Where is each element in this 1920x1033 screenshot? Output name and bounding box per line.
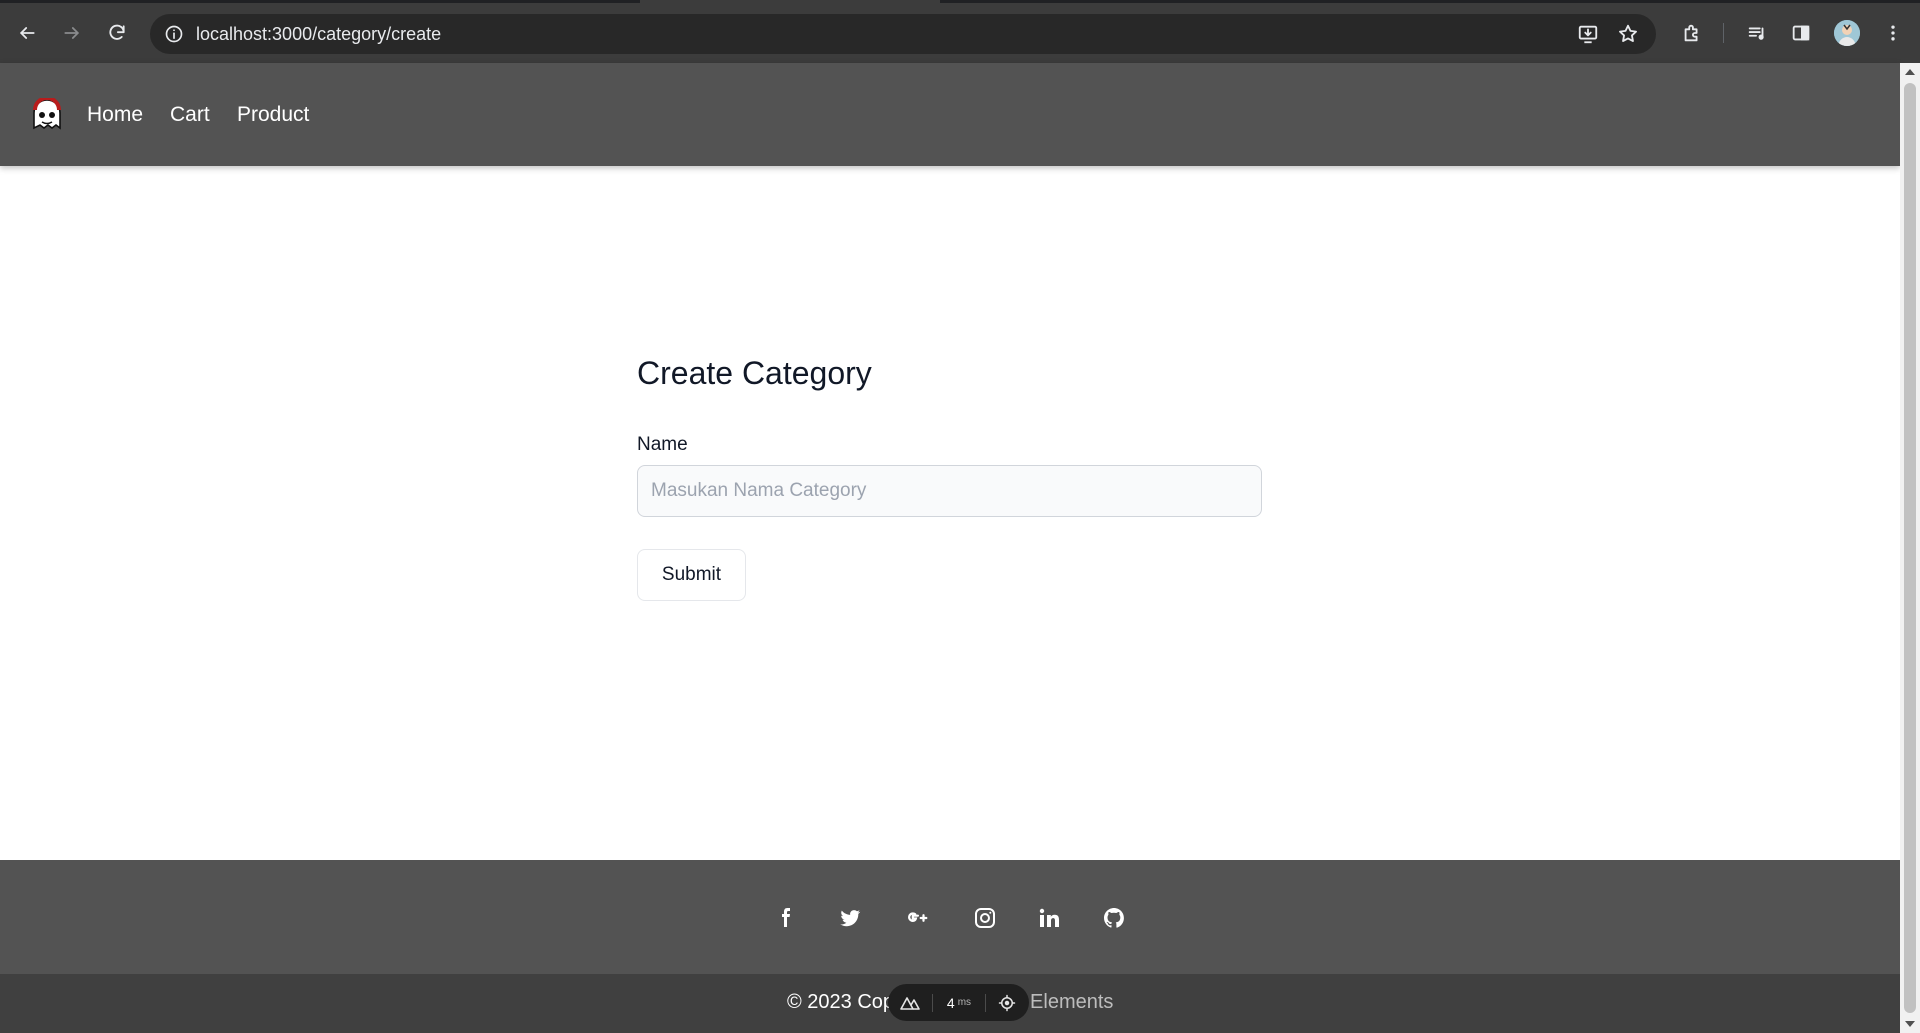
tab-strip — [0, 0, 1920, 3]
nav-link-cart[interactable]: Cart — [170, 63, 210, 166]
scroll-down-arrow[interactable] — [1905, 1021, 1915, 1027]
back-button[interactable] — [11, 17, 43, 49]
github-icon[interactable] — [1101, 905, 1127, 931]
playlist-icon — [1748, 27, 1764, 40]
render-time-value: 4 — [946, 994, 955, 1011]
arrow-left-icon — [20, 27, 35, 39]
arrow-right-icon — [64, 27, 79, 39]
name-field-label: Name — [637, 434, 688, 455]
nav-link-product[interactable]: Product — [237, 63, 309, 166]
copyright-suffix: Elements — [1030, 991, 1114, 1013]
render-time-unit: ms — [957, 997, 972, 1008]
reload-icon — [109, 24, 125, 40]
ghost-logo-icon — [33, 96, 61, 130]
browser-chrome: localhost:3000/category/create — [0, 0, 1920, 63]
install-app-icon[interactable] — [1576, 22, 1600, 46]
page-scrollbar[interactable] — [1900, 63, 1920, 1033]
inspect-target-icon[interactable] — [986, 984, 1028, 1021]
facebook-icon[interactable] — [772, 905, 798, 931]
linkedin-icon[interactable] — [1036, 905, 1062, 931]
browser-menu-button[interactable] — [1877, 17, 1909, 49]
twitter-icon[interactable] — [837, 905, 863, 931]
kebab-menu-icon — [1891, 25, 1895, 41]
side-panel-button[interactable] — [1785, 17, 1817, 49]
instagram-icon[interactable] — [972, 905, 998, 931]
profile-avatar[interactable] — [1834, 20, 1860, 46]
scroll-up-arrow[interactable] — [1905, 69, 1915, 75]
dev-tools-indicator[interactable]: 4 ms — [888, 984, 1029, 1021]
extensions-button[interactable] — [1676, 17, 1708, 49]
bookmark-star-icon[interactable] — [1616, 22, 1640, 46]
page-viewport: Home Cart Product Create Category Name S… — [0, 63, 1900, 1033]
toolbar-divider — [1723, 23, 1724, 43]
address-bar[interactable]: localhost:3000/category/create — [150, 14, 1656, 54]
reload-button[interactable] — [101, 17, 133, 49]
page-title: Create Category — [637, 355, 872, 391]
render-time-readout: 4 ms — [933, 984, 985, 1021]
nuxt-icon[interactable] — [888, 984, 932, 1021]
site-logo[interactable] — [30, 96, 64, 132]
category-name-input[interactable] — [637, 465, 1262, 517]
side-panel-icon — [1792, 25, 1810, 41]
footer-social-bar — [0, 860, 1900, 974]
google-plus-icon[interactable] — [904, 905, 930, 931]
scrollbar-thumb[interactable] — [1904, 83, 1916, 1013]
nav-link-home[interactable]: Home — [87, 63, 143, 166]
submit-button[interactable]: Submit — [637, 549, 746, 601]
address-url[interactable]: localhost:3000/category/create — [196, 14, 441, 54]
puzzle-icon — [1684, 24, 1698, 42]
media-controls-button[interactable] — [1741, 17, 1773, 49]
site-navbar: Home Cart Product — [0, 63, 1900, 166]
active-tab-edge — [640, 0, 940, 3]
copyright-prefix: © 2023 Cop — [787, 991, 895, 1013]
forward-button[interactable] — [56, 17, 88, 49]
site-info-icon[interactable] — [162, 22, 186, 46]
